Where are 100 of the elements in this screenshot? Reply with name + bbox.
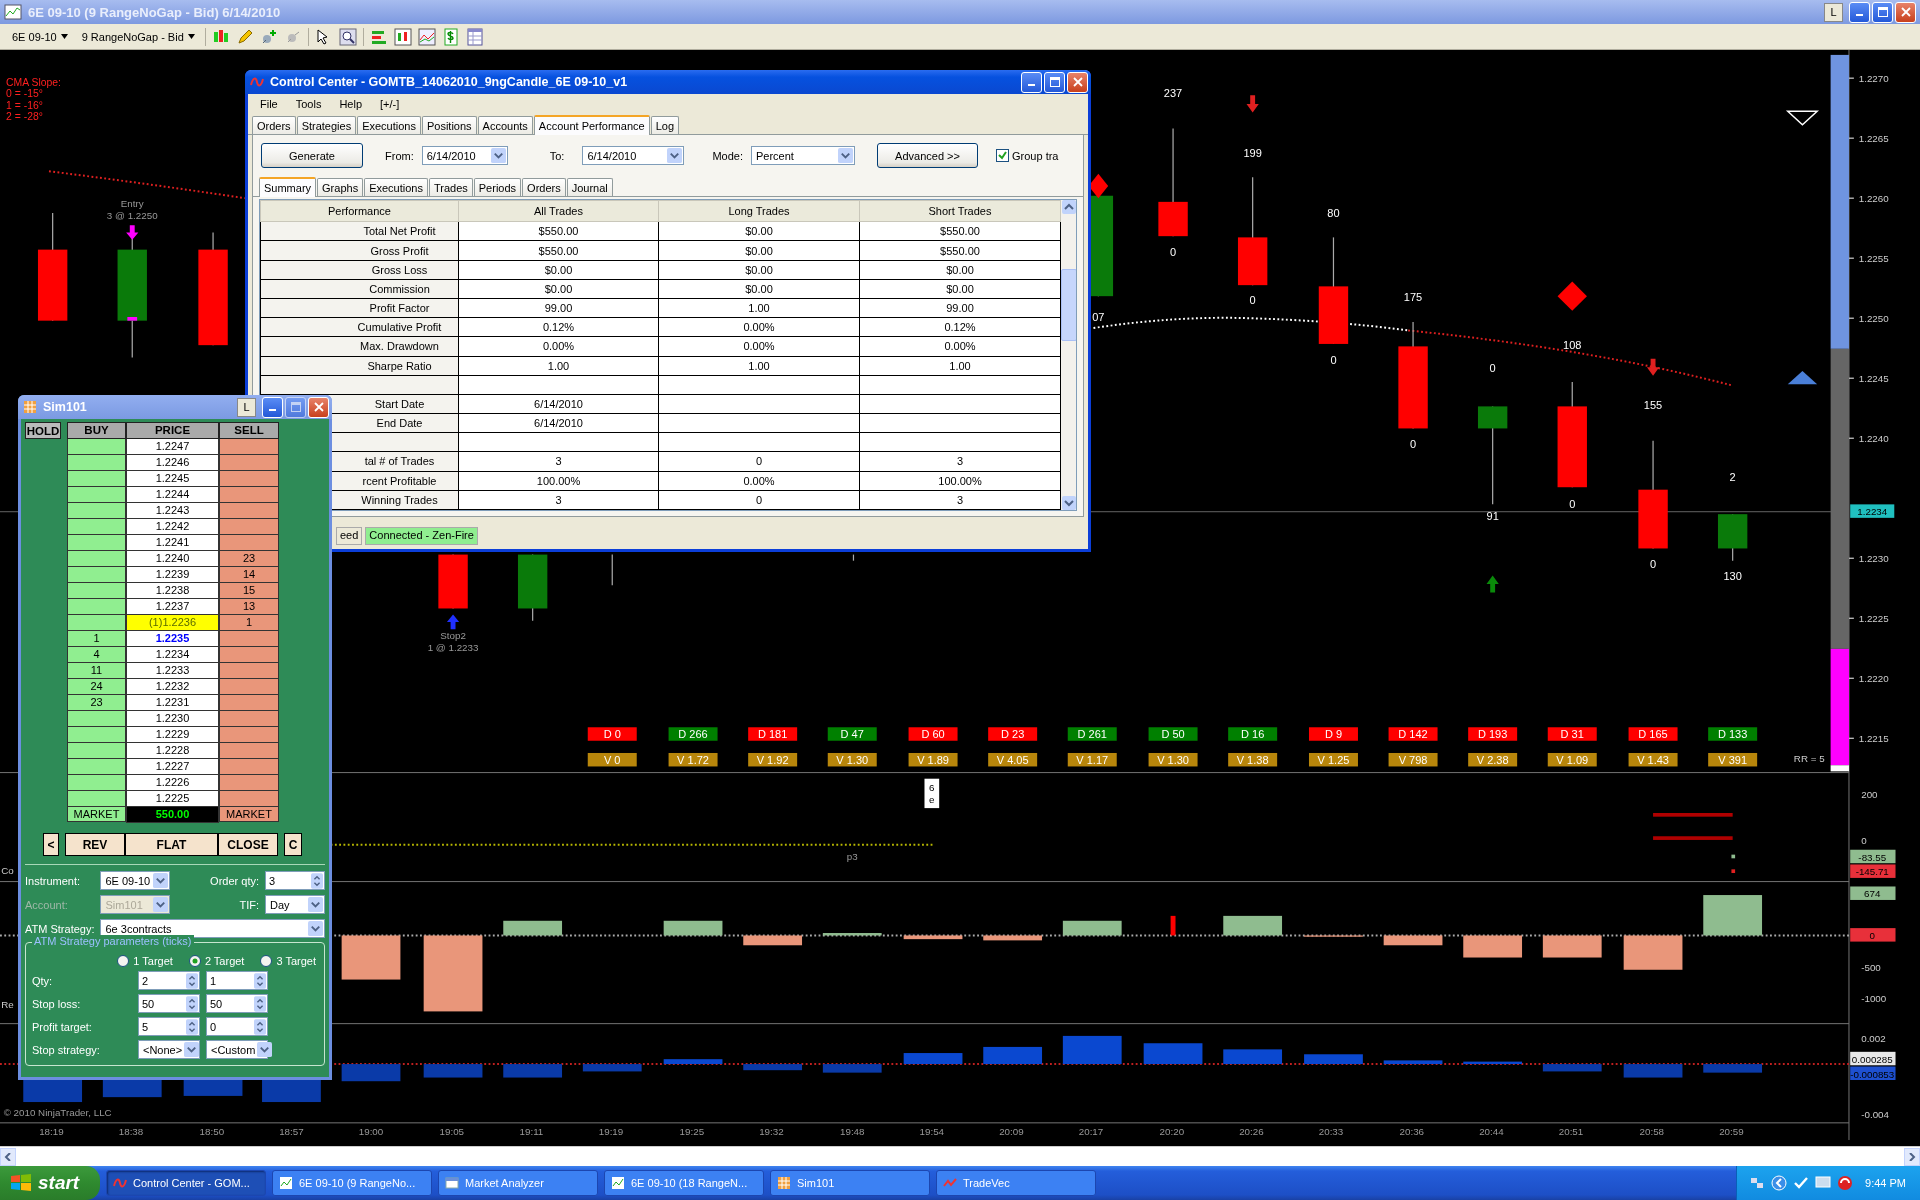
scroll-left-button[interactable] bbox=[0, 1148, 16, 1166]
dollar-icon[interactable] bbox=[441, 27, 460, 46]
buy-cell[interactable] bbox=[67, 439, 126, 455]
date-dropdown[interactable]: 6/14/2010 bbox=[421, 146, 508, 165]
buy-cell[interactable] bbox=[67, 503, 126, 519]
c-button[interactable]: C bbox=[284, 833, 302, 856]
network-icon[interactable] bbox=[1749, 1175, 1766, 1191]
minimize-button[interactable] bbox=[1849, 1, 1870, 23]
buy-cell[interactable] bbox=[67, 775, 126, 791]
sell-cell[interactable] bbox=[219, 663, 279, 679]
taskbar-button[interactable]: 6E 09-10 (9 RangeNo... bbox=[272, 1170, 432, 1196]
tab[interactable]: Accounts bbox=[477, 116, 533, 134]
scrollbar[interactable] bbox=[1061, 200, 1076, 510]
sell-cell[interactable] bbox=[219, 695, 279, 711]
buy-cell[interactable] bbox=[67, 743, 126, 759]
buy-cell[interactable] bbox=[67, 727, 126, 743]
scrollbar-thumb[interactable] bbox=[1061, 269, 1076, 341]
check-icon[interactable] bbox=[1793, 1175, 1810, 1191]
number-field[interactable]: 3 bbox=[265, 871, 325, 890]
stop-strategy-dropdown[interactable]: <None> bbox=[138, 1040, 200, 1059]
hold-button[interactable]: HOLD bbox=[25, 422, 61, 439]
sell-cell[interactable] bbox=[219, 711, 279, 727]
horizontal-scrollbar[interactable] bbox=[0, 1146, 1920, 1167]
menu-item[interactable]: Help bbox=[331, 97, 371, 111]
buy-cell[interactable] bbox=[67, 711, 126, 727]
maximize-button[interactable] bbox=[1044, 71, 1065, 93]
taskbar-button[interactable]: Market Analyzer bbox=[438, 1170, 598, 1196]
maximize-button[interactable] bbox=[285, 396, 306, 418]
collapse-button[interactable]: < bbox=[43, 833, 59, 856]
column-header[interactable]: Long Trades bbox=[658, 200, 860, 222]
taskbar-button[interactable]: Sim101 bbox=[770, 1170, 930, 1196]
mode-dropdown[interactable]: Percent bbox=[751, 146, 855, 165]
buy-cell[interactable] bbox=[67, 791, 126, 807]
menu-item[interactable]: File bbox=[252, 97, 286, 111]
tif-dropdown[interactable]: Day bbox=[265, 895, 325, 914]
sell-cell[interactable] bbox=[219, 791, 279, 807]
menu-item[interactable]: Tools bbox=[287, 97, 330, 111]
close-button[interactable] bbox=[1067, 71, 1088, 93]
buy-cell[interactable]: 4 bbox=[67, 647, 126, 663]
taskbar-button[interactable]: 6E 09-10 (18 RangeN... bbox=[604, 1170, 764, 1196]
candlestick-chart-icon[interactable] bbox=[393, 27, 412, 46]
buy-cell[interactable] bbox=[67, 471, 126, 487]
number-field[interactable]: 5 bbox=[138, 1017, 200, 1036]
buy-cell[interactable] bbox=[67, 487, 126, 503]
sell-cell[interactable] bbox=[219, 519, 279, 535]
table-icon[interactable] bbox=[465, 27, 484, 46]
column-header[interactable]: All Trades bbox=[458, 200, 659, 222]
number-field[interactable]: 50 bbox=[206, 994, 268, 1013]
number-field[interactable]: 50 bbox=[138, 994, 200, 1013]
close-button[interactable] bbox=[308, 396, 329, 418]
tab[interactable]: Summary bbox=[259, 177, 317, 197]
sell-cell[interactable] bbox=[219, 439, 279, 455]
generate-button[interactable]: Generate bbox=[261, 143, 363, 168]
security-icon[interactable] bbox=[1837, 1175, 1854, 1191]
flat-button[interactable]: FLAT bbox=[125, 833, 218, 856]
buy-cell[interactable] bbox=[67, 599, 126, 615]
sell-cell[interactable] bbox=[219, 679, 279, 695]
pencil-icon[interactable] bbox=[235, 27, 254, 46]
scroll-up-icon[interactable] bbox=[1062, 200, 1076, 214]
buy-cell[interactable]: 11 bbox=[67, 663, 126, 679]
link-button[interactable]: L bbox=[237, 397, 256, 417]
sell-cell[interactable] bbox=[219, 455, 279, 471]
buy-cell[interactable] bbox=[67, 535, 126, 551]
start-button[interactable]: start bbox=[0, 1166, 100, 1200]
sell-cell[interactable] bbox=[219, 503, 279, 519]
instrument-dropdown[interactable]: 6E 09-10 bbox=[100, 871, 171, 890]
sell-cell[interactable] bbox=[219, 471, 279, 487]
group-checkbox[interactable]: Group tra bbox=[996, 149, 1059, 162]
atm-strategy-dropdown[interactable]: 6e 3contracts bbox=[100, 919, 325, 938]
tab[interactable]: Orders bbox=[522, 178, 566, 196]
sell-cell[interactable]: 13 bbox=[219, 599, 279, 615]
monitor-icon[interactable] bbox=[1815, 1175, 1832, 1191]
maximize-button[interactable] bbox=[1872, 1, 1893, 23]
buy-cell[interactable]: 23 bbox=[67, 695, 126, 711]
sell-cell[interactable]: 23 bbox=[219, 551, 279, 567]
sell-cell[interactable] bbox=[219, 743, 279, 759]
minimize-button[interactable] bbox=[1021, 71, 1042, 93]
sell-cell[interactable]: 14 bbox=[219, 567, 279, 583]
buy-cell[interactable] bbox=[67, 615, 126, 631]
scroll-right-button[interactable] bbox=[1904, 1148, 1920, 1166]
buy-cell[interactable] bbox=[67, 583, 126, 599]
tab[interactable]: Executions bbox=[357, 116, 421, 134]
sell-market-button[interactable]: MARKET bbox=[219, 807, 279, 822]
tab[interactable]: Graphs bbox=[317, 178, 364, 196]
date-dropdown[interactable]: 6/14/2010 bbox=[582, 146, 685, 165]
instrument-selector[interactable]: 6E 09-10 bbox=[8, 30, 72, 43]
column-header[interactable]: Performance bbox=[260, 200, 459, 222]
sell-cell[interactable]: 1 bbox=[219, 615, 279, 631]
tab[interactable]: Trades bbox=[428, 178, 473, 196]
tab[interactable]: Account Performance bbox=[533, 115, 650, 135]
sell-cell[interactable] bbox=[219, 727, 279, 743]
buy-cell[interactable] bbox=[67, 519, 126, 535]
tab[interactable]: Orders bbox=[252, 116, 296, 134]
target-radio[interactable]: 2 Target bbox=[188, 955, 245, 967]
number-field[interactable]: 2 bbox=[138, 971, 200, 990]
buy-cell[interactable] bbox=[67, 551, 126, 567]
sell-cell[interactable] bbox=[219, 647, 279, 663]
number-field[interactable]: 1 bbox=[206, 971, 268, 990]
link-button[interactable]: L bbox=[1824, 2, 1843, 22]
taskbar-button[interactable]: Control Center - GOM... bbox=[106, 1170, 266, 1196]
